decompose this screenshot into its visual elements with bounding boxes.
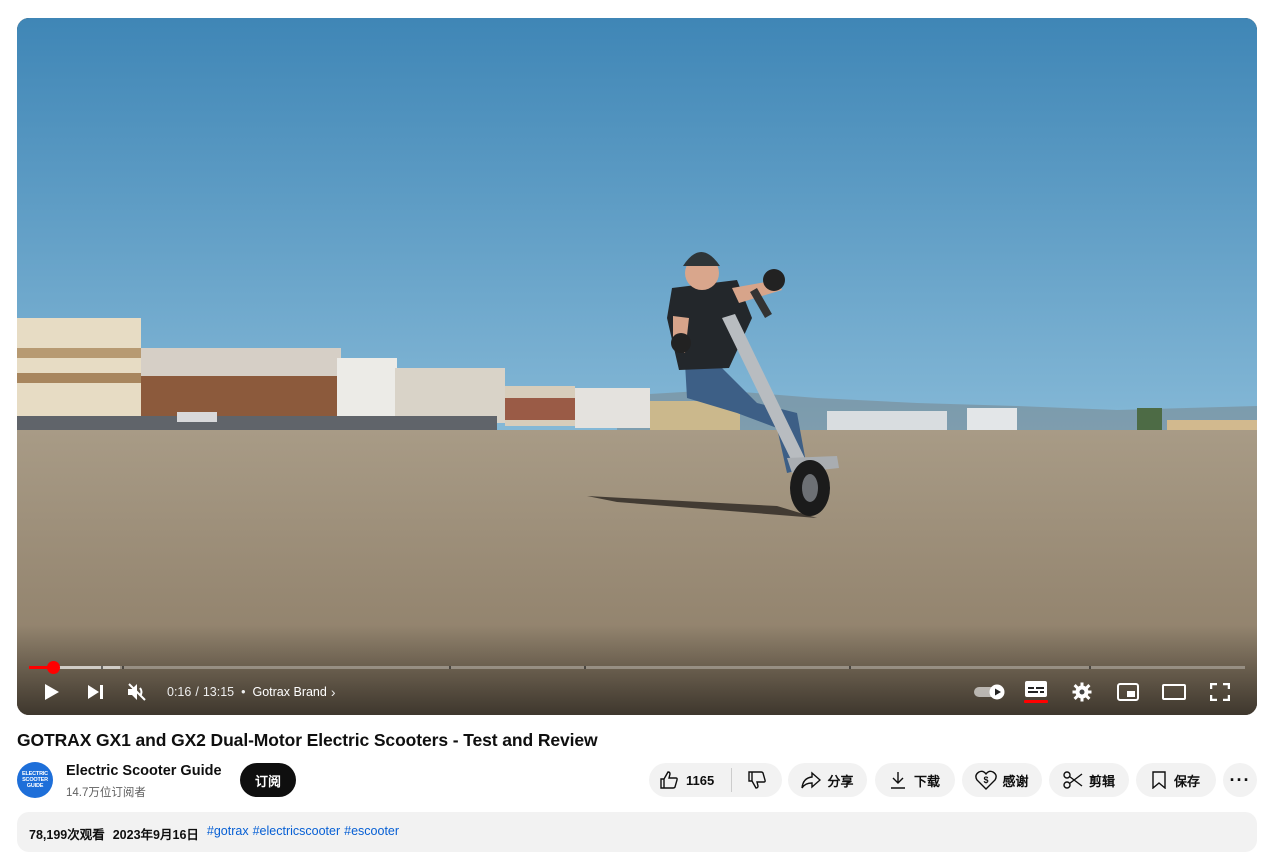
captions-active-indicator <box>1024 700 1048 703</box>
thanks-button[interactable]: $ 感谢 <box>962 763 1042 797</box>
like-dislike-group: 1165 <box>649 763 782 797</box>
time-current: 0:16 <box>167 685 192 699</box>
channel-row: ELECTRIC SCOOTER GUIDE Electric Scooter … <box>17 760 1257 800</box>
clip-label: 剪辑 <box>1088 773 1115 789</box>
fullscreen-icon <box>1210 683 1230 701</box>
chapter-title[interactable]: Gotrax Brand <box>253 685 327 699</box>
next-button[interactable] <box>77 674 115 710</box>
thumbs-up-icon <box>660 771 678 789</box>
progress-bar[interactable] <box>29 661 1245 674</box>
download-button[interactable]: 下载 <box>875 763 955 797</box>
thanks-icon: $ <box>975 770 998 790</box>
play-icon <box>45 684 59 700</box>
chapter-marker <box>449 666 451 669</box>
subtitles-icon <box>1025 681 1047 697</box>
miniplayer-button[interactable] <box>1105 674 1151 710</box>
svg-text:$: $ <box>984 775 989 785</box>
subscribe-button[interactable]: 订阅 <box>240 763 296 797</box>
autoplay-toggle[interactable] <box>967 674 1013 710</box>
chapter-marker <box>584 666 586 669</box>
chevron-right-icon: › <box>330 684 336 700</box>
video-frame[interactable] <box>17 18 1257 715</box>
upload-date: 2023年9月16日 <box>112 828 199 842</box>
theater-button[interactable] <box>1151 674 1197 710</box>
more-actions-button[interactable]: ··· <box>1223 763 1257 797</box>
hashtag-link[interactable]: #escooter <box>344 824 399 843</box>
scissors-icon <box>1063 771 1083 789</box>
separator-dot: • <box>241 685 246 699</box>
share-label: 分享 <box>827 773 854 789</box>
time-separator: / <box>195 685 199 699</box>
hashtag-link[interactable]: #gotrax <box>207 824 249 843</box>
theater-icon <box>1162 684 1186 700</box>
time-total: 13:15 <box>202 685 235 699</box>
hashtags: #gotrax #electricscooter #escooter <box>207 824 399 843</box>
time-display: 0:16 / 13:15 • Gotrax Brand › <box>167 684 336 700</box>
clip-button[interactable]: 剪辑 <box>1049 763 1129 797</box>
like-count: 1165 <box>686 772 715 788</box>
download-label: 下载 <box>913 773 940 789</box>
avatar-text: GUIDE <box>26 783 44 789</box>
mute-button[interactable] <box>115 674 159 710</box>
chapter-marker <box>849 666 851 669</box>
play-button[interactable] <box>25 674 77 710</box>
thumbs-down-icon <box>748 771 766 789</box>
hashtag-link[interactable]: #electricscooter <box>253 824 341 843</box>
player-controls: 0:16 / 13:15 • Gotrax Brand › <box>17 674 1257 710</box>
channel-avatar[interactable]: ELECTRIC SCOOTER GUIDE <box>17 762 53 798</box>
volume-muted-icon <box>128 683 146 701</box>
more-icon: ··· <box>1229 770 1251 790</box>
subscriber-count: 14.7万位订阅者 <box>66 787 146 799</box>
autoplay-toggle-icon <box>974 684 1005 700</box>
miniplayer-icon <box>1117 683 1139 701</box>
channel-name[interactable]: Electric Scooter Guide <box>66 763 222 779</box>
fullscreen-button[interactable] <box>1197 674 1243 710</box>
save-button[interactable]: 保存 <box>1136 763 1216 797</box>
bookmark-icon <box>1152 771 1166 789</box>
description-box[interactable]: 78,199次观看 2023年9月16日 #gotrax #electricsc… <box>17 812 1257 852</box>
save-label: 保存 <box>1173 773 1200 789</box>
chapter-marker <box>101 666 103 669</box>
chapter-marker <box>1089 666 1091 669</box>
gear-icon <box>1072 682 1092 702</box>
dislike-button[interactable] <box>732 763 782 797</box>
share-icon <box>801 771 822 789</box>
subtitles-button[interactable] <box>1013 674 1059 710</box>
share-button[interactable]: 分享 <box>788 763 867 797</box>
video-title: GOTRAX GX1 and GX2 Dual-Motor Electric S… <box>17 730 598 750</box>
download-icon <box>890 772 905 789</box>
thanks-label: 感谢 <box>1002 773 1029 789</box>
video-player[interactable]: 0:16 / 13:15 • Gotrax Brand › <box>17 18 1257 715</box>
like-button[interactable]: 1165 <box>649 763 731 797</box>
chapter-marker <box>122 666 124 669</box>
view-count: 78,199次观看 <box>29 828 105 842</box>
next-icon <box>88 685 103 699</box>
settings-button[interactable] <box>1059 674 1105 710</box>
